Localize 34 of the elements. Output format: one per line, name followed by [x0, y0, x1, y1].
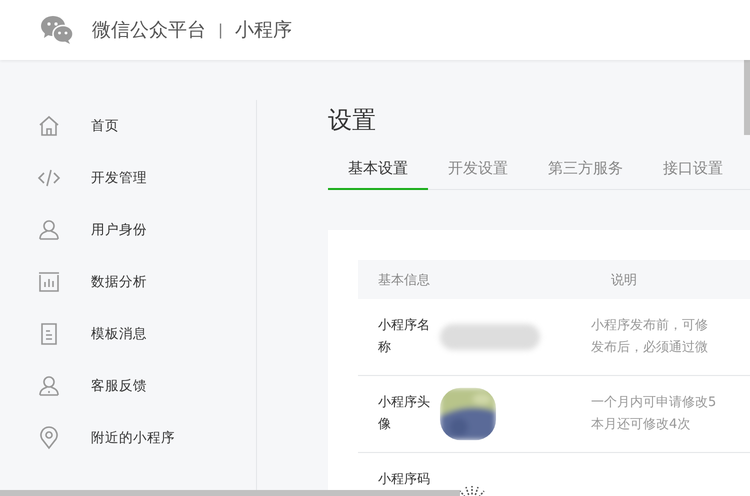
column-header: 基本信息 — [377, 272, 431, 288]
field-label: 小程序码 — [377, 471, 431, 489]
vertical-scrollbar[interactable] — [744, 60, 750, 135]
sidebar-item[interactable]: 模板消息 — [0, 308, 256, 360]
sidebar-label: 首页 — [91, 117, 119, 135]
sidebar-label: 数据分析 — [91, 273, 147, 291]
chart-icon — [37, 270, 61, 294]
field-label: 小程序头像 — [377, 394, 431, 434]
field-description: 一个月内可申请修改5 本月还可修改4次 — [591, 394, 716, 434]
column-header: 说明 — [611, 272, 637, 288]
sidebar-label: 客服反馈 — [91, 377, 147, 395]
page-title: 设置 — [328, 105, 377, 136]
sidebar-label: 开发管理 — [91, 169, 147, 187]
product-title: 小程序 — [235, 18, 292, 43]
sidebar-item[interactable]: 首页 — [0, 100, 256, 152]
sidebar-item[interactable]: 数据分析 — [0, 256, 256, 308]
sidebar-item[interactable]: 附近的小程序 — [0, 412, 256, 464]
wechat-logo-icon — [40, 15, 74, 45]
settings-tab[interactable]: 基本设置 — [328, 148, 428, 190]
platform-title: 微信公众平台 — [92, 18, 206, 43]
service-icon — [37, 374, 61, 398]
title-separator: | — [218, 21, 224, 39]
sidebar-item[interactable]: 用户身份 — [0, 204, 256, 256]
home-icon — [37, 114, 61, 138]
sidebar-label: 用户身份 — [91, 221, 147, 239]
sidebar-label: 附近的小程序 — [91, 429, 175, 447]
sidebar-label: 模板消息 — [91, 325, 147, 343]
pin-icon — [37, 426, 61, 450]
user-icon — [37, 218, 61, 242]
sidebar-item[interactable]: 客服反馈 — [0, 360, 256, 412]
horizontal-scrollbar[interactable] — [0, 490, 460, 496]
field-label: 小程序名称 — [377, 317, 431, 357]
field-description: 小程序发布前，可修 发布后，必须通过微 — [591, 317, 708, 357]
sidebar-item[interactable]: 开发管理 — [0, 152, 256, 204]
